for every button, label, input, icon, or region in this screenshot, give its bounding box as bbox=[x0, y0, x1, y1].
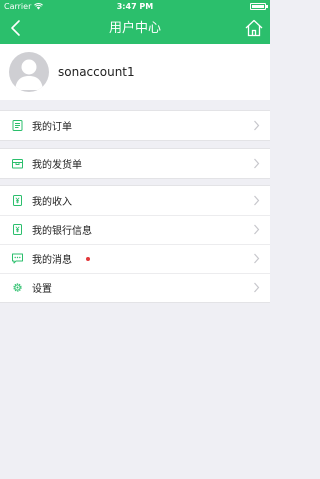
account-group: 我的收入 我的银行信息 我的消息 设置 bbox=[0, 185, 270, 303]
menu-item-orders[interactable]: 我的订单 bbox=[0, 111, 270, 140]
menu-item-income[interactable]: 我的收入 bbox=[0, 186, 270, 215]
orders-group: 我的订单 bbox=[0, 110, 270, 141]
income-icon bbox=[13, 195, 22, 206]
menu-item-messages-label: 我的消息 bbox=[32, 255, 72, 266]
menu-item-shipments[interactable]: 我的发货单 bbox=[0, 149, 270, 178]
navigation-bar: 用户中心 bbox=[0, 13, 270, 44]
menu-item-messages[interactable]: 我的消息 bbox=[0, 244, 270, 273]
chevron-right-icon bbox=[254, 120, 260, 131]
menu-item-settings[interactable]: 设置 bbox=[0, 273, 270, 302]
user-avatar-icon bbox=[15, 59, 43, 90]
shipments-group: 我的发货单 bbox=[0, 148, 270, 179]
chevron-right-icon bbox=[254, 253, 260, 264]
menu-item-bank-info-label: 我的银行信息 bbox=[32, 226, 92, 237]
bank-card-icon bbox=[13, 224, 22, 235]
menu-item-shipments-label: 我的发货单 bbox=[32, 160, 82, 171]
chevron-right-icon bbox=[254, 282, 260, 293]
status-time: 3:47 PM bbox=[116, 2, 154, 11]
message-bubble-icon bbox=[12, 253, 23, 264]
home-icon[interactable] bbox=[244, 18, 264, 38]
gear-icon bbox=[13, 283, 22, 292]
chevron-right-icon bbox=[254, 158, 260, 169]
avatar[interactable] bbox=[9, 52, 49, 92]
menu-item-settings-label: 设置 bbox=[32, 284, 52, 295]
menu-item-income-label: 我的收入 bbox=[32, 197, 72, 208]
chevron-right-icon bbox=[254, 195, 260, 206]
profile-header[interactable]: sonaccount1 bbox=[0, 44, 270, 100]
username: sonaccount1 bbox=[58, 65, 135, 79]
page-title: 用户中心 bbox=[108, 21, 161, 36]
battery-icon bbox=[250, 3, 268, 10]
menu-item-bank-info[interactable]: 我的银行信息 bbox=[0, 215, 270, 244]
status-bar: Carrier 3:47 PM bbox=[0, 0, 270, 13]
shipment-box-icon bbox=[12, 159, 23, 169]
unread-badge bbox=[86, 257, 90, 261]
menu-item-orders-label: 我的订单 bbox=[32, 122, 72, 133]
order-list-icon bbox=[12, 120, 23, 131]
chevron-right-icon bbox=[254, 224, 260, 235]
